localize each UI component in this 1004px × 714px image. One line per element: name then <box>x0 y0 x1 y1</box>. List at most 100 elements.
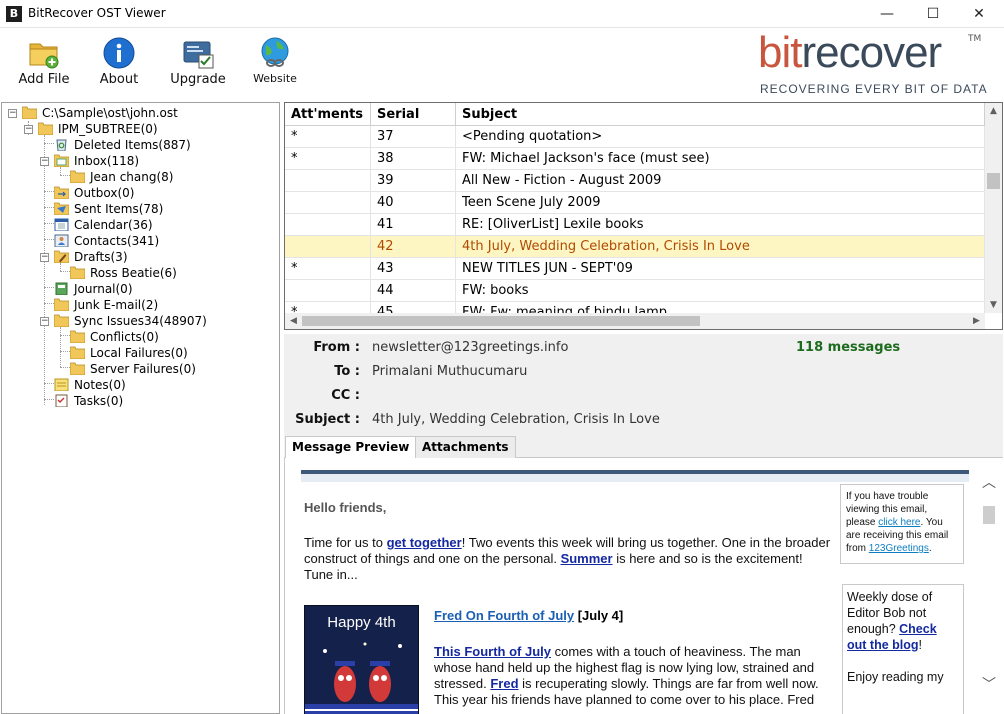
folder-icon <box>54 314 69 327</box>
this-fourth-of-july-link[interactable]: This Fourth of July <box>434 644 551 659</box>
cell-attachment: * <box>285 148 371 170</box>
website-button[interactable]: Website <box>252 36 298 85</box>
website-label: Website <box>253 72 297 85</box>
cell-subject: Teen Scene July 2009 <box>456 192 985 214</box>
message-row[interactable]: 41 RE: [OliverList] Lexile books <box>285 214 985 236</box>
summer-link[interactable]: Summer <box>561 551 613 566</box>
upgrade-button[interactable]: Upgrade <box>168 36 228 87</box>
cell-subject: RE: [OliverList] Lexile books <box>456 214 985 236</box>
folder-icon <box>22 106 37 119</box>
cell-subject: NEW TITLES JUN - SEPT'09 <box>456 258 985 280</box>
tree-item-label: Contacts(341) <box>74 234 160 248</box>
inbox-icon <box>54 154 69 167</box>
preview-vertical-scrollbar[interactable]: ︿ ﹀ <box>979 458 999 714</box>
outbox-icon <box>54 186 69 199</box>
tab-message-preview[interactable]: Message Preview <box>285 436 417 459</box>
collapse-toggle-icon[interactable]: − <box>24 125 33 134</box>
message-row[interactable]: 40 Teen Scene July 2009 <box>285 192 985 214</box>
message-list[interactable]: Att'ments Serial Subject * 37 <Pending q… <box>284 102 1003 330</box>
info-icon <box>103 37 135 69</box>
message-row[interactable]: * 43 NEW TITLES JUN - SEPT'09 <box>285 258 985 280</box>
column-header-subject[interactable]: Subject <box>456 103 985 126</box>
scroll-right-icon[interactable]: ▶ <box>968 313 985 329</box>
click-here-link[interactable]: click here <box>878 517 920 528</box>
scroll-left-icon[interactable]: ◀ <box>285 313 302 329</box>
tree-item-label: Conflicts(0) <box>90 330 159 344</box>
notice-text: . <box>928 543 932 554</box>
cell-serial: 42 <box>371 236 456 258</box>
add-file-icon <box>29 43 59 69</box>
folder-tree[interactable]: − C:\Sample\ost\john.ost − IPM_SUBTREE(0… <box>1 102 280 714</box>
cell-attachment <box>285 280 371 302</box>
scroll-down-icon[interactable]: ﹀ <box>981 674 997 694</box>
scroll-down-icon[interactable]: ▼ <box>985 297 1002 313</box>
fred-fourth-of-july-link[interactable]: Fred On Fourth of July <box>434 608 574 623</box>
cell-subject: All New - Fiction - August 2009 <box>456 170 985 192</box>
to-label: To : <box>334 364 360 379</box>
logo-trademark: TM <box>968 34 982 44</box>
collapse-toggle-icon[interactable]: − <box>40 253 49 262</box>
message-row-selected[interactable]: 42 4th July, Wedding Celebration, Crisis… <box>285 236 985 258</box>
scroll-up-icon[interactable]: ▲ <box>985 103 1002 119</box>
email-body: Hello friends, Time for us to get togeth… <box>301 470 969 714</box>
cell-serial: 44 <box>371 280 456 302</box>
message-list-horizontal-scrollbar[interactable]: ◀ ▶ <box>285 313 985 329</box>
to-value: Primalani Muthucumaru <box>372 364 528 379</box>
minimize-button[interactable]: — <box>864 0 910 28</box>
cell-subject: 4th July, Wedding Celebration, Crisis In… <box>456 236 985 258</box>
folder-icon <box>70 266 85 279</box>
scroll-up-icon[interactable]: ︿ <box>981 472 997 492</box>
message-details: From : newsletter@123greetings.info 118 … <box>284 334 1003 434</box>
message-row[interactable]: * 38 FW: Michael Jackson's face (must se… <box>285 148 985 170</box>
column-header-serial[interactable]: Serial <box>371 103 456 126</box>
tree-root-label: C:\Sample\ost\john.ost <box>42 106 178 120</box>
cell-attachment: * <box>285 126 371 148</box>
tree-item-label: Journal(0) <box>74 282 133 296</box>
window-title: BitRecover OST Viewer <box>28 6 166 20</box>
sent-icon <box>54 202 69 215</box>
message-row[interactable]: * 37 <Pending quotation> <box>285 126 985 148</box>
cell-attachment <box>285 170 371 192</box>
scroll-thumb[interactable] <box>987 173 1000 189</box>
cell-subject: FW: Michael Jackson's face (must see) <box>456 148 985 170</box>
article-date: [July 4] <box>574 608 624 623</box>
scroll-thumb[interactable] <box>983 506 995 524</box>
message-row[interactable]: 44 FW: books <box>285 280 985 302</box>
collapse-toggle-icon[interactable]: − <box>40 317 49 326</box>
collapse-toggle-icon[interactable]: − <box>8 109 17 118</box>
add-file-button[interactable]: Add File <box>16 36 72 87</box>
folder-icon <box>70 170 85 183</box>
fred-link[interactable]: Fred <box>490 676 518 691</box>
upgrade-icon <box>183 41 214 69</box>
calendar-icon <box>54 218 69 231</box>
tree-item-label: Server Failures(0) <box>90 362 196 376</box>
email-intro: Time for us to get together! Two events … <box>304 535 834 583</box>
collapse-toggle-icon[interactable]: − <box>40 157 49 166</box>
column-header-attachments[interactable]: Att'ments <box>285 103 371 126</box>
message-row[interactable]: * 45 FW: Fw: meaning of bindu lamp <box>285 302 985 313</box>
folder-icon <box>70 362 85 375</box>
tab-attachments[interactable]: Attachments <box>415 436 516 458</box>
globe-icon <box>261 37 289 67</box>
get-together-link[interactable]: get together <box>387 535 462 550</box>
cell-serial: 39 <box>371 170 456 192</box>
about-button[interactable]: About <box>96 36 142 87</box>
close-button[interactable]: ✕ <box>956 0 1002 28</box>
tree-item-label: Jean chang(8) <box>90 170 174 184</box>
cell-serial: 40 <box>371 192 456 214</box>
maximize-button[interactable]: ☐ <box>910 0 956 28</box>
cc-label: CC : <box>331 388 360 403</box>
message-row[interactable]: 39 All New - Fiction - August 2009 <box>285 170 985 192</box>
cell-subject: FW: books <box>456 280 985 302</box>
folder-icon <box>70 330 85 343</box>
folder-icon <box>38 122 53 135</box>
intro-text: Time for us to <box>304 535 387 550</box>
123greetings-link[interactable]: 123Greetings <box>869 543 929 554</box>
cell-attachment: * <box>285 258 371 280</box>
happy-4th-image[interactable]: Happy 4th <box>304 605 419 714</box>
from-label: From : <box>313 340 360 355</box>
message-list-vertical-scrollbar[interactable]: ▲ ▼ <box>985 103 1002 313</box>
title-bar: B BitRecover OST Viewer — ☐ ✕ <box>0 0 1004 28</box>
logo-prefix: bit <box>758 28 802 77</box>
scroll-thumb[interactable] <box>302 316 700 326</box>
